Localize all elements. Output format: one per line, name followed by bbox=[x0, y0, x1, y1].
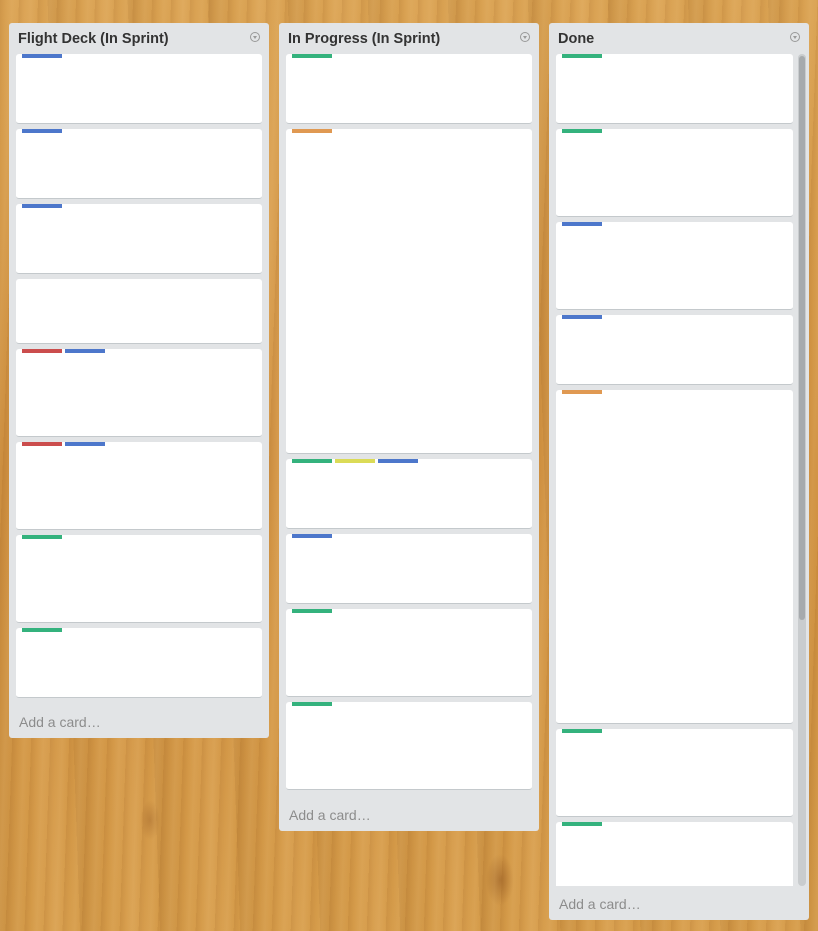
card-labels bbox=[22, 535, 65, 539]
card-labels bbox=[562, 729, 605, 733]
add-card-button[interactable]: Add a card… bbox=[559, 896, 641, 912]
card-labels bbox=[22, 349, 108, 353]
card[interactable] bbox=[16, 628, 262, 698]
card-label-blue bbox=[22, 204, 62, 208]
card-labels bbox=[22, 628, 65, 632]
board: { "lists": [ { "title": "Flight Deck (In… bbox=[0, 0, 818, 931]
list-header: Done bbox=[549, 23, 809, 54]
card-labels bbox=[562, 390, 605, 394]
card-label-blue bbox=[65, 349, 105, 353]
card-label-blue bbox=[65, 442, 105, 446]
card[interactable] bbox=[16, 535, 262, 623]
card-label-yellow bbox=[335, 459, 375, 463]
list-title[interactable]: In Progress (In Sprint) bbox=[288, 31, 440, 47]
card-label-green bbox=[562, 729, 602, 733]
card-labels bbox=[22, 129, 65, 133]
card-label-red bbox=[22, 442, 62, 446]
card-label-green bbox=[562, 54, 602, 58]
add-card-button[interactable]: Add a card… bbox=[289, 807, 371, 823]
card-list bbox=[556, 54, 793, 886]
card[interactable] bbox=[556, 822, 793, 886]
card-label-blue bbox=[378, 459, 418, 463]
card[interactable] bbox=[16, 204, 262, 274]
list-title[interactable]: Done bbox=[558, 31, 594, 47]
card[interactable] bbox=[16, 54, 262, 124]
card-label-green bbox=[292, 609, 332, 613]
list-menu-icon[interactable] bbox=[790, 32, 800, 42]
card[interactable] bbox=[556, 54, 793, 124]
card[interactable] bbox=[16, 442, 262, 530]
card-labels bbox=[562, 54, 605, 58]
card-labels bbox=[562, 222, 605, 226]
card-labels bbox=[292, 459, 421, 463]
card-label-green bbox=[562, 129, 602, 133]
add-card-button[interactable]: Add a card… bbox=[19, 714, 101, 730]
card-labels bbox=[292, 54, 335, 58]
card-labels bbox=[562, 822, 605, 826]
list-header: In Progress (In Sprint) bbox=[279, 23, 539, 54]
card[interactable] bbox=[16, 279, 262, 344]
card-labels bbox=[562, 315, 605, 319]
list-flight-deck: Flight Deck (In Sprint) Add a card… bbox=[9, 23, 269, 738]
card[interactable] bbox=[16, 349, 262, 437]
card-label-green bbox=[562, 822, 602, 826]
card-labels bbox=[22, 54, 65, 58]
list-done: Done Add a card… bbox=[549, 23, 809, 920]
card-label-red bbox=[22, 349, 62, 353]
card[interactable] bbox=[556, 222, 793, 310]
list-menu-icon[interactable] bbox=[250, 32, 260, 42]
card[interactable] bbox=[286, 129, 532, 454]
card-labels bbox=[292, 534, 335, 538]
card[interactable] bbox=[286, 459, 532, 529]
card-label-green bbox=[22, 535, 62, 539]
card-label-green bbox=[22, 628, 62, 632]
card-label-blue bbox=[22, 54, 62, 58]
list-in-progress: In Progress (In Sprint) Add a card… bbox=[279, 23, 539, 831]
card[interactable] bbox=[286, 702, 532, 790]
card-label-blue bbox=[22, 129, 62, 133]
card-label-green bbox=[292, 54, 332, 58]
card-labels bbox=[22, 442, 108, 446]
card-labels bbox=[292, 129, 335, 133]
card-label-blue bbox=[292, 534, 332, 538]
card[interactable] bbox=[286, 534, 532, 604]
list-menu-icon[interactable] bbox=[520, 32, 530, 42]
card-label-blue bbox=[562, 222, 602, 226]
scrollbar-thumb[interactable] bbox=[799, 56, 805, 620]
card-labels bbox=[292, 702, 335, 706]
card[interactable] bbox=[556, 129, 793, 217]
card[interactable] bbox=[286, 54, 532, 124]
card[interactable] bbox=[286, 609, 532, 697]
scrollbar[interactable] bbox=[798, 54, 806, 886]
card[interactable] bbox=[556, 390, 793, 724]
card-label-blue bbox=[562, 315, 602, 319]
card[interactable] bbox=[556, 315, 793, 385]
card-label-orange bbox=[562, 390, 602, 394]
list-header: Flight Deck (In Sprint) bbox=[9, 23, 269, 54]
card-labels bbox=[292, 609, 335, 613]
card-labels bbox=[22, 204, 65, 208]
card-label-orange bbox=[292, 129, 332, 133]
card-labels bbox=[562, 129, 605, 133]
card-label-green bbox=[292, 459, 332, 463]
card[interactable] bbox=[556, 729, 793, 817]
card[interactable] bbox=[16, 129, 262, 199]
list-title[interactable]: Flight Deck (In Sprint) bbox=[18, 31, 169, 47]
card-label-green bbox=[292, 702, 332, 706]
